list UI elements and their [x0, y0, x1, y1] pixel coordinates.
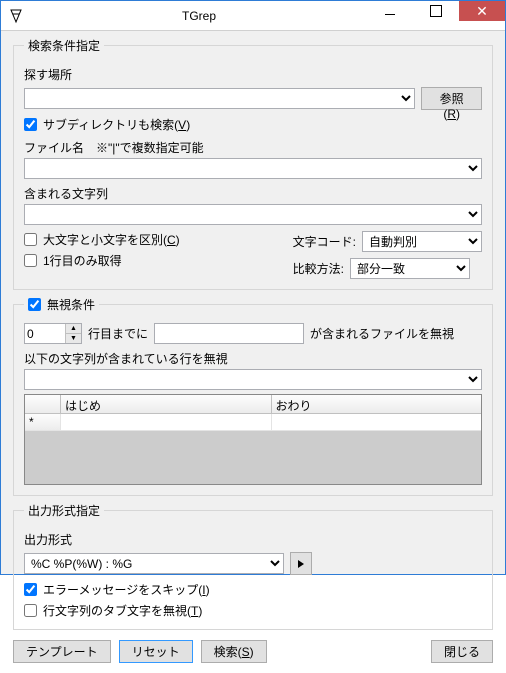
- pattern-suffix: が含まれるファイルを無視: [310, 325, 454, 342]
- ignore-rows-label: 以下の文字列が含まれている行を無視: [24, 350, 482, 367]
- grid-header-blank: [25, 395, 61, 413]
- spin-down-icon[interactable]: ▼: [65, 334, 81, 343]
- footer-buttons: テンプレート リセット 検索(S) 閉じる: [13, 640, 493, 663]
- app-window: TGrep ✕ 検索条件指定 探す場所 参照(R) サブディレクトリも検索(V)…: [0, 0, 506, 575]
- app-icon: [1, 1, 31, 31]
- skip-errors-checkbox[interactable]: エラーメッセージをスキップ(I): [24, 581, 482, 598]
- close-window-button[interactable]: ✕: [459, 1, 505, 21]
- table-row[interactable]: *: [25, 414, 481, 431]
- ignore-grid[interactable]: はじめ おわり *: [24, 394, 482, 485]
- output-format-group: 出力形式指定 出力形式 %C %P(%W) : %G エラーメッセージをスキップ…: [13, 502, 493, 630]
- filename-combo[interactable]: [24, 158, 482, 179]
- lines-suffix: 行目までに: [88, 325, 148, 342]
- format-combo[interactable]: %C %P(%W) : %G: [24, 553, 284, 574]
- ignore-tab-checkbox[interactable]: 行文字列のタブ文字を無視(T): [24, 602, 482, 619]
- ignore-conditions-group: 無視条件 ▲▼ 行目までに が含まれるファイルを無視 以下の文字列が含まれている…: [13, 296, 493, 496]
- contains-combo[interactable]: [24, 204, 482, 225]
- browse-button[interactable]: 参照(R): [421, 87, 482, 110]
- compare-select[interactable]: 部分一致: [350, 258, 470, 279]
- contains-label: 含まれる文字列: [24, 185, 482, 202]
- window-title: TGrep: [31, 9, 367, 23]
- format-apply-button[interactable]: [290, 552, 312, 575]
- template-button[interactable]: テンプレート: [13, 640, 111, 663]
- place-combo[interactable]: [24, 88, 415, 109]
- charcode-label: 文字コード:: [293, 233, 356, 250]
- compare-label: 比較方法:: [293, 260, 344, 277]
- charcode-select[interactable]: 自動判別: [362, 231, 482, 252]
- filename-label: ファイル名 ※"|"で複数指定可能: [24, 139, 482, 156]
- minimize-button[interactable]: [367, 1, 413, 21]
- ignore-rows-combo[interactable]: [24, 369, 482, 390]
- reset-button[interactable]: リセット: [119, 640, 193, 663]
- firstline-checkbox[interactable]: 1行目のみ取得: [24, 252, 275, 269]
- grid-header-start: はじめ: [61, 395, 272, 413]
- ignore-pattern-input[interactable]: [154, 323, 304, 344]
- search-conditions-group: 検索条件指定 探す場所 参照(R) サブディレクトリも検索(V) ファイル名 ※…: [13, 37, 493, 290]
- format-label: 出力形式: [24, 531, 482, 548]
- grid-header-end: おわり: [272, 395, 482, 413]
- maximize-button[interactable]: [413, 1, 459, 21]
- case-checkbox[interactable]: 大文字と小文字を区別(C): [24, 231, 275, 248]
- titlebar: TGrep ✕: [1, 1, 505, 31]
- place-label: 探す場所: [24, 66, 482, 83]
- output-legend: 出力形式指定: [24, 502, 104, 519]
- row-marker: *: [25, 414, 61, 430]
- lines-spinner[interactable]: ▲▼: [24, 323, 82, 344]
- subdir-checkbox[interactable]: サブディレクトリも検索(V): [24, 116, 482, 133]
- close-button[interactable]: 閉じる: [431, 640, 493, 663]
- search-legend: 検索条件指定: [24, 37, 104, 54]
- search-button[interactable]: 検索(S): [201, 640, 267, 663]
- ignore-enable-checkbox[interactable]: 無視条件: [28, 296, 95, 313]
- spin-up-icon[interactable]: ▲: [65, 324, 81, 334]
